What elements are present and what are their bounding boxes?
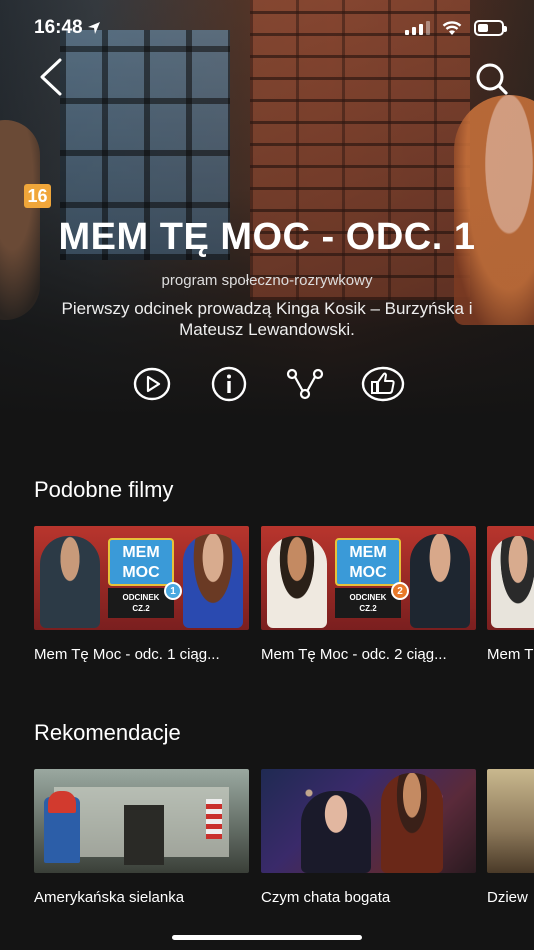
card-title: Mem T <box>487 646 534 663</box>
play-icon <box>133 367 171 401</box>
thumbnail <box>34 769 249 873</box>
card-title: Amerykańska sielanka <box>34 889 185 906</box>
cellular-signal-icon <box>405 21 430 35</box>
recommendation-card[interactable]: Dziew <box>487 769 534 906</box>
thumbnail <box>487 526 534 630</box>
similar-row: MEM MOC ODCINEK CZ.2 1 Mem Tę Moc - odc. … <box>34 526 534 676</box>
info-button[interactable] <box>210 366 248 402</box>
share-button[interactable] <box>286 366 324 402</box>
thumbnail <box>261 769 476 873</box>
hero-backdrop <box>0 0 534 420</box>
search-icon <box>476 63 508 95</box>
wifi-icon <box>442 20 462 35</box>
share-icon <box>286 368 324 400</box>
recommendation-card[interactable]: Czym chata bogata <box>261 769 476 906</box>
section-title-similar: Podobne filmy <box>34 477 174 502</box>
thumbnail: MEM MOC ODCINEK CZ.2 1 <box>34 526 249 630</box>
location-arrow-icon <box>87 22 100 34</box>
card-title: Mem Tę Moc - odc. 1 ciąg... <box>34 646 220 663</box>
age-rating-badge: 16 <box>24 184 51 208</box>
recommendation-card[interactable]: Amerykańska sielanka <box>34 769 249 906</box>
recommendations-row: Amerykańska sielanka Czym chata bogata D… <box>34 769 534 919</box>
play-button[interactable] <box>133 366 171 402</box>
search-button[interactable] <box>472 60 512 100</box>
episode-number-badge: 2 <box>391 582 409 600</box>
like-button[interactable] <box>361 366 405 402</box>
description: Pierwszy odcinek prowadzą Kinga Kosik – … <box>61 299 473 339</box>
battery-icon <box>474 20 507 36</box>
episode-number-badge: 1 <box>164 582 182 600</box>
card-title: Czym chata bogata <box>261 889 391 906</box>
action-bar <box>133 366 405 402</box>
similar-card[interactable]: MEM MOC ODCINEK CZ.2 2 Mem Tę Moc - odc. … <box>261 526 476 663</box>
genre-label: program społeczno-rozrywkowy <box>161 272 373 289</box>
page-title: MEM TĘ MOC - ODC. 1 <box>58 216 476 258</box>
status-time-group: 16:48 <box>34 17 101 39</box>
thumbnail <box>487 769 534 873</box>
section-title-recommendations: Rekomendacje <box>34 720 181 745</box>
status-time: 16:48 <box>34 17 83 38</box>
thumbnail: MEM MOC ODCINEK CZ.2 2 <box>261 526 476 630</box>
similar-card[interactable]: MEM MOC ODCINEK CZ.2 1 Mem Tę Moc - odc. … <box>34 526 249 663</box>
status-bar: 16:48 <box>0 0 534 56</box>
chevron-left-icon <box>40 58 62 96</box>
show-logo: MEM MOC <box>108 538 174 586</box>
home-indicator[interactable] <box>172 935 362 940</box>
card-title: Mem Tę Moc - odc. 2 ciąg... <box>261 646 447 663</box>
similar-card[interactable]: Mem T <box>487 526 534 663</box>
card-title: Dziew <box>487 889 528 906</box>
back-button[interactable] <box>34 56 74 98</box>
info-icon <box>211 366 247 402</box>
show-logo: MEM MOC <box>335 538 401 586</box>
thumbs-up-icon <box>361 366 405 402</box>
